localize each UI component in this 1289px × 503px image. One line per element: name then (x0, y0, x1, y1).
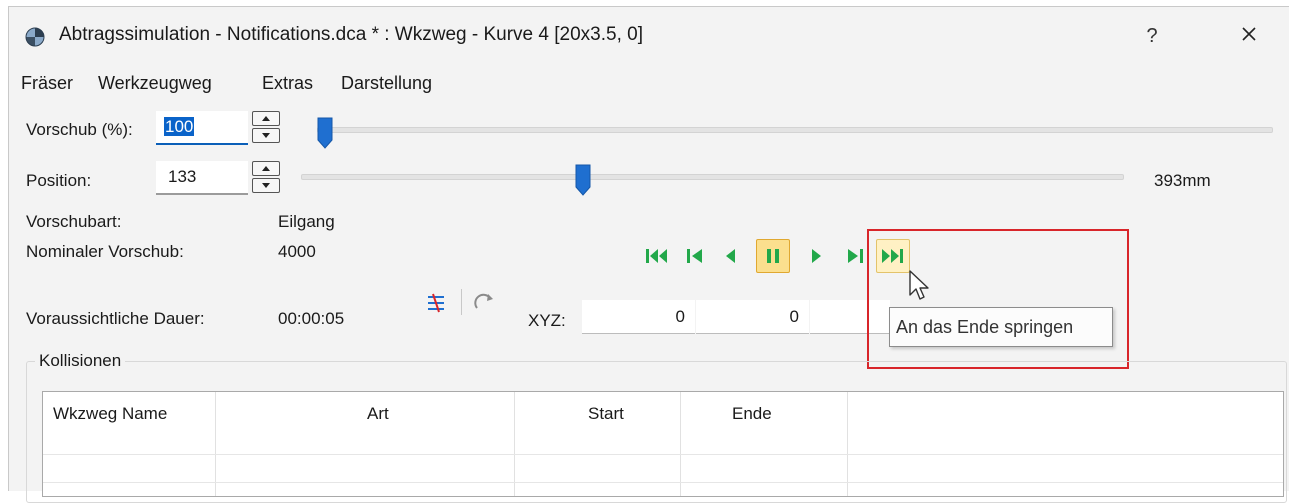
position-slider-thumb[interactable] (575, 164, 591, 196)
position-slider-track[interactable] (301, 174, 1124, 180)
position-label: Position: (26, 171, 92, 190)
play-forward-icon[interactable] (801, 241, 831, 271)
position-spin-down-button[interactable] (252, 178, 280, 193)
skip-to-start-icon[interactable] (642, 241, 672, 271)
arrow-down-icon (262, 133, 270, 138)
redo-rotate-icon[interactable] (473, 292, 497, 314)
column-header-ende[interactable]: Ende (732, 404, 772, 424)
pause-button[interactable] (756, 239, 790, 273)
feed-type-label: Vorschubart: (26, 212, 122, 231)
table-row (43, 482, 1283, 483)
toolbar-separator (461, 289, 462, 315)
feed-input[interactable]: 100 (156, 111, 248, 145)
play-backward-icon[interactable] (716, 241, 746, 271)
title-bar: Abtragssimulation - Notifications.dca * … (9, 7, 1289, 63)
x-coordinate-field[interactable]: 0 (582, 300, 695, 334)
feed-spin-up-button[interactable] (252, 111, 280, 126)
close-button[interactable] (1227, 19, 1271, 53)
step-forward-icon[interactable] (839, 241, 869, 271)
arrow-up-icon (262, 116, 270, 121)
position-spinner[interactable] (252, 161, 282, 195)
feed-type-value: Eilgang (278, 212, 335, 231)
nominal-feed-value: 4000 (278, 242, 316, 261)
duration-value: 00:00:05 (278, 309, 345, 328)
duration-label: Voraussichtliche Dauer: (26, 309, 205, 328)
close-icon (1242, 27, 1256, 41)
help-button[interactable]: ? (1130, 19, 1174, 53)
menu-fraeser[interactable]: Fräser (21, 73, 73, 94)
sync-axes-icon[interactable] (425, 292, 447, 314)
arrow-down-icon (262, 183, 270, 188)
step-back-icon[interactable] (681, 241, 711, 271)
menu-extras[interactable]: Extras (262, 73, 313, 94)
mouse-pointer-icon (909, 270, 929, 300)
highlight-frame (867, 229, 1129, 369)
table-row (43, 454, 1283, 455)
arrow-up-icon (262, 166, 270, 171)
pause-icon (767, 249, 779, 263)
feed-spin-down-button[interactable] (252, 128, 280, 143)
position-value: 133 (168, 167, 197, 186)
skip-to-end-tooltip: An das Ende springen (889, 307, 1113, 347)
menu-darstellung[interactable]: Darstellung (341, 73, 432, 94)
feed-label: Vorschub (%): (26, 120, 133, 139)
xyz-label: XYZ: (528, 311, 566, 330)
app-globe-icon (25, 27, 45, 47)
simulation-window: Abtragssimulation - Notifications.dca * … (8, 6, 1289, 503)
collisions-title: Kollisionen (35, 351, 126, 371)
feed-value: 100 (164, 117, 195, 136)
column-header-start[interactable]: Start (588, 404, 624, 424)
nominal-feed-label: Nominaler Vorschub: (26, 242, 184, 261)
column-header-art[interactable]: Art (367, 404, 389, 424)
y-coordinate-field[interactable]: 0 (696, 300, 809, 334)
menu-werkzeugweg[interactable]: Werkzeugweg (98, 73, 212, 94)
position-input[interactable]: 133 (156, 161, 248, 195)
feed-slider-track[interactable] (317, 127, 1273, 133)
window-title: Abtragssimulation - Notifications.dca * … (59, 24, 643, 45)
collisions-table: Wkzweg Name Art Start Ende (42, 391, 1284, 497)
position-total: 393mm (1154, 171, 1211, 190)
feed-slider-thumb[interactable] (317, 117, 333, 149)
column-header-wkzweg-name[interactable]: Wkzweg Name (53, 404, 167, 424)
position-spin-up-button[interactable] (252, 161, 280, 176)
feed-spinner[interactable] (252, 111, 282, 145)
